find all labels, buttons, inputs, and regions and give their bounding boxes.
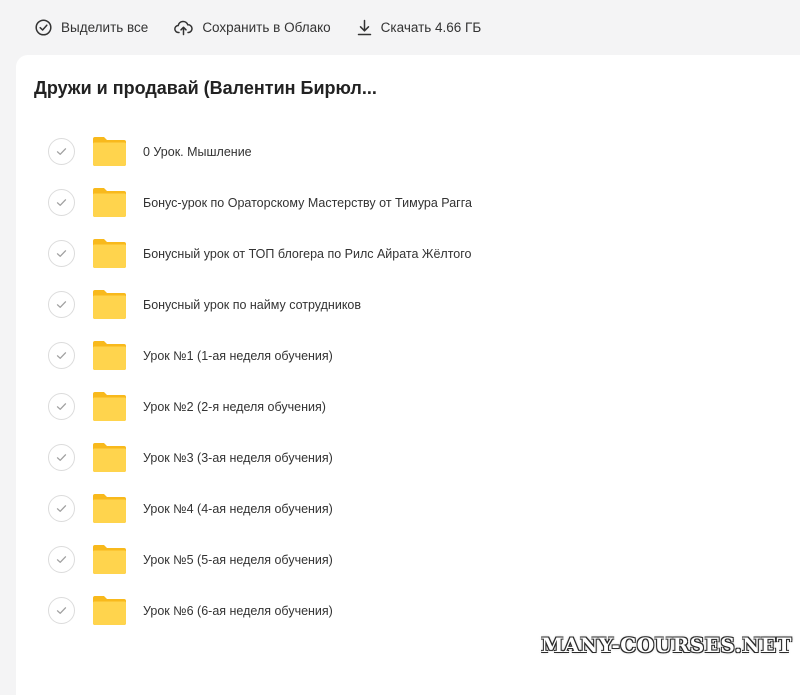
list-item-label: Бонусный урок по найму сотрудников: [143, 298, 361, 312]
folder-icon: [91, 544, 128, 575]
row-checkbox[interactable]: [48, 240, 75, 267]
check-circle-icon: [35, 19, 52, 36]
list-item-label: Урок №6 (6-ая неделя обучения): [143, 604, 333, 618]
list-item-label: Бонус-урок по Ораторскому Мастерству от …: [143, 196, 472, 210]
download-icon: [357, 19, 372, 36]
check-icon: [56, 453, 67, 462]
row-checkbox[interactable]: [48, 342, 75, 369]
watermark: MANY-COURSES.NET: [541, 633, 792, 657]
list-item[interactable]: 0 Урок. Мышление: [16, 126, 800, 177]
list-item[interactable]: Бонусный урок от ТОП блогера по Рилс Айр…: [16, 228, 800, 279]
list-item[interactable]: Урок №2 (2-я неделя обучения): [16, 381, 800, 432]
list-item[interactable]: Урок №5 (5-ая неделя обучения): [16, 534, 800, 585]
list-item-label: Урок №2 (2-я неделя обучения): [143, 400, 326, 414]
folder-panel: Дружи и продавай (Валентин Бирюл... 0 Ур…: [16, 55, 800, 695]
row-checkbox[interactable]: [48, 597, 75, 624]
folder-icon: [91, 391, 128, 422]
folder-icon: [91, 289, 128, 320]
row-checkbox[interactable]: [48, 291, 75, 318]
row-checkbox[interactable]: [48, 138, 75, 165]
check-icon: [56, 198, 67, 207]
check-icon: [56, 249, 67, 258]
list-item[interactable]: Урок №1 (1-ая неделя обучения): [16, 330, 800, 381]
list-item-label: Урок №4 (4-ая неделя обучения): [143, 502, 333, 516]
folder-title: Дружи и продавай (Валентин Бирюл...: [34, 78, 377, 99]
list-item-label: Урок №5 (5-ая неделя обучения): [143, 553, 333, 567]
list-item[interactable]: Бонусный урок по найму сотрудников: [16, 279, 800, 330]
check-icon: [56, 555, 67, 564]
folder-icon: [91, 187, 128, 218]
list-item-label: Урок №3 (3-ая неделя обучения): [143, 451, 333, 465]
list-item[interactable]: Урок №6 (6-ая неделя обучения): [16, 585, 800, 636]
toolbar: Выделить все Сохранить в Облако Скачать …: [0, 0, 800, 55]
check-icon: [56, 504, 67, 513]
save-to-cloud-label: Сохранить в Облако: [202, 20, 330, 35]
row-checkbox[interactable]: [48, 495, 75, 522]
check-icon: [56, 351, 67, 360]
download-button[interactable]: Скачать 4.66 ГБ: [357, 19, 482, 36]
list-item-label: 0 Урок. Мышление: [143, 145, 252, 159]
list-item[interactable]: Урок №3 (3-ая неделя обучения): [16, 432, 800, 483]
check-icon: [56, 402, 67, 411]
list-item[interactable]: Бонус-урок по Ораторскому Мастерству от …: [16, 177, 800, 228]
row-checkbox[interactable]: [48, 444, 75, 471]
folder-icon: [91, 493, 128, 524]
select-all-button[interactable]: Выделить все: [35, 19, 148, 36]
folder-icon: [91, 340, 128, 371]
select-all-label: Выделить все: [61, 20, 148, 35]
check-icon: [56, 606, 67, 615]
download-label: Скачать 4.66 ГБ: [381, 20, 482, 35]
list-item[interactable]: Урок №4 (4-ая неделя обучения): [16, 483, 800, 534]
folder-icon: [91, 442, 128, 473]
folder-icon: [91, 238, 128, 269]
check-icon: [56, 300, 67, 309]
row-checkbox[interactable]: [48, 546, 75, 573]
save-to-cloud-button[interactable]: Сохранить в Облако: [174, 19, 330, 36]
list-item-label: Бонусный урок от ТОП блогера по Рилс Айр…: [143, 247, 472, 261]
row-checkbox[interactable]: [48, 393, 75, 420]
list-item-label: Урок №1 (1-ая неделя обучения): [143, 349, 333, 363]
check-icon: [56, 147, 67, 156]
folder-icon: [91, 136, 128, 167]
row-checkbox[interactable]: [48, 189, 75, 216]
file-list: 0 Урок. Мышление Бонус-урок по Ораторско…: [16, 126, 800, 636]
folder-icon: [91, 595, 128, 626]
cloud-upload-icon: [174, 19, 193, 36]
